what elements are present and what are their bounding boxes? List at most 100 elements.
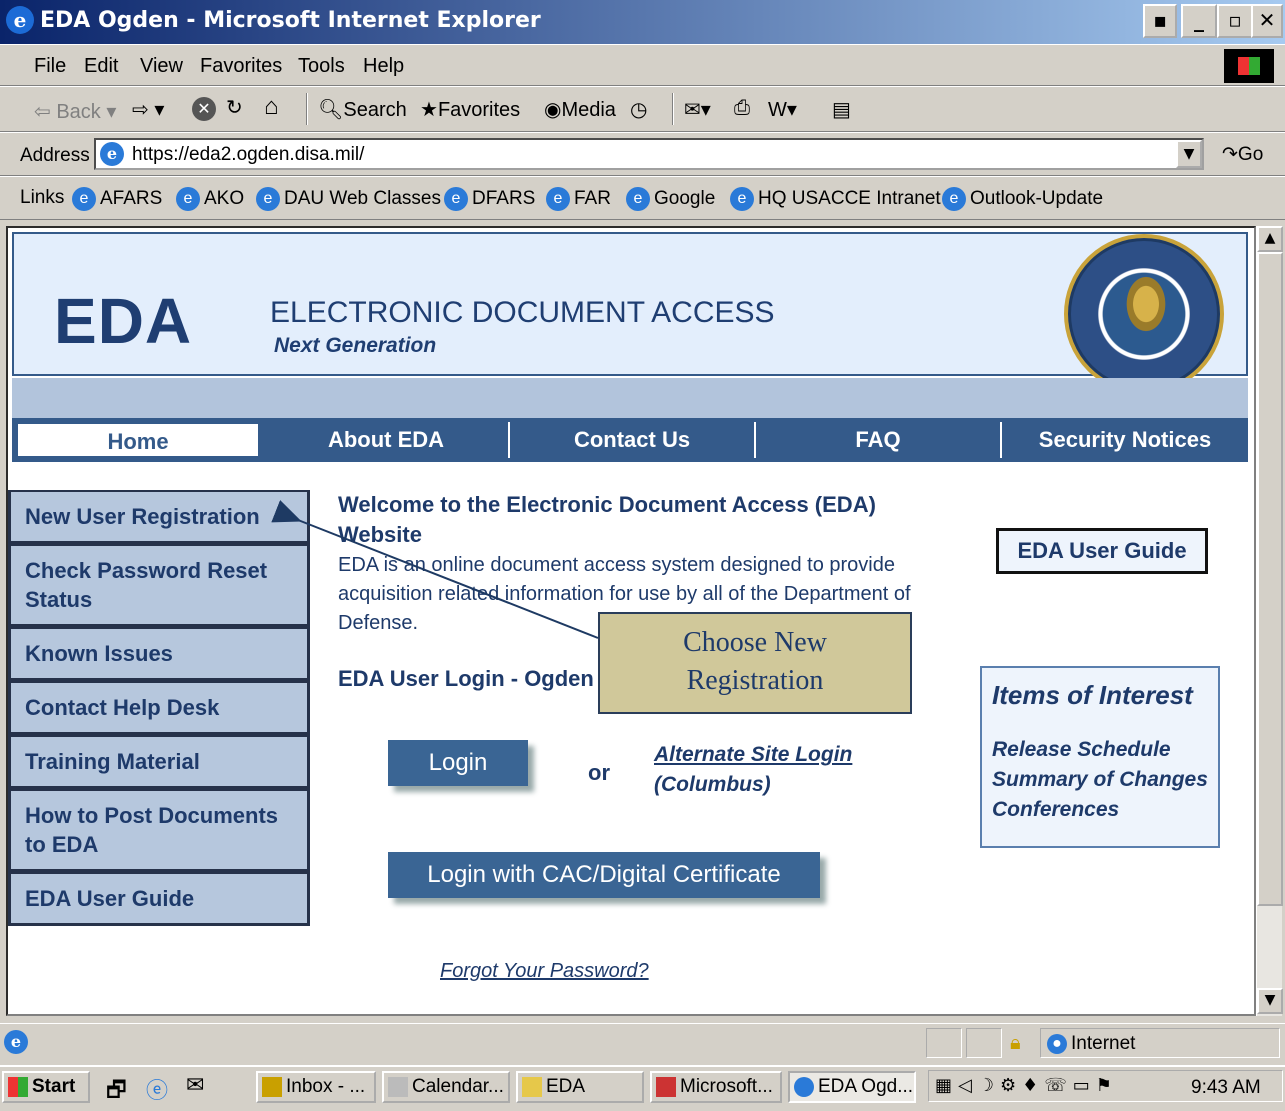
menu-view[interactable]: View bbox=[140, 55, 183, 78]
calendar-icon bbox=[388, 1076, 408, 1097]
quicklaunch-desktop-icon[interactable]: 🗗︎ bbox=[106, 1073, 127, 1111]
windows-logo-icon bbox=[1224, 49, 1274, 83]
page-viewport: EDA ELECTRONIC DOCUMENT ACCESS Next Gene… bbox=[6, 226, 1256, 1016]
mail-icon[interactable]: ✉▾ bbox=[684, 97, 711, 122]
header-band bbox=[12, 378, 1248, 418]
globe-icon: ● bbox=[1047, 1033, 1067, 1054]
eda-user-guide-button[interactable]: EDA User Guide bbox=[996, 528, 1208, 574]
main-nav: Home About EDA Contact Us FAQ Security N… bbox=[12, 418, 1248, 462]
refresh-icon[interactable]: ↻ bbox=[226, 95, 243, 120]
tray-icons[interactable]: ▦◁☽⚙♦☏▭⚑ bbox=[935, 1075, 1118, 1096]
task-eda-folder[interactable]: EDA bbox=[516, 1071, 644, 1103]
link-dau[interactable]: e DAU Web Classes bbox=[256, 187, 441, 211]
menu-file[interactable]: File bbox=[34, 55, 66, 78]
start-button[interactable]: Start bbox=[2, 1071, 90, 1103]
alternate-site-login-link[interactable]: Alternate Site Login (Columbus) bbox=[654, 740, 852, 800]
ie-page-icon: e bbox=[626, 187, 650, 211]
nav-contact[interactable]: Contact Us bbox=[510, 422, 756, 458]
back-button[interactable]: ⇦ Back ▾ bbox=[34, 99, 116, 124]
menu-tools[interactable]: Tools bbox=[298, 55, 345, 78]
menu-help[interactable]: Help bbox=[363, 55, 404, 78]
site-header: EDA ELECTRONIC DOCUMENT ACCESS Next Gene… bbox=[12, 232, 1248, 394]
page-status-icon: e bbox=[4, 1030, 28, 1054]
menu-bar: File Edit View Favorites Tools Help bbox=[0, 44, 1285, 86]
sidebar-item-contact-help-desk[interactable]: Contact Help Desk bbox=[8, 681, 310, 735]
ie-page-icon: e bbox=[72, 187, 96, 211]
sidebar: New User Registration Check Password Res… bbox=[8, 490, 314, 926]
lock-icon: 🔒︎ bbox=[1010, 1030, 1021, 1054]
task-calendar[interactable]: Calendar... bbox=[382, 1071, 510, 1103]
link-afars[interactable]: e AFARS bbox=[72, 187, 162, 211]
interest-item-summary-of-changes[interactable]: Summary of Changes bbox=[992, 765, 1208, 795]
favorites-button[interactable]: ★Favorites bbox=[420, 97, 520, 122]
address-input[interactable]: e https://eda2.ogden.disa.mil/ bbox=[94, 138, 1204, 170]
scroll-down-button[interactable]: ▼ bbox=[1257, 988, 1283, 1014]
quicklaunch-outlook-icon[interactable]: ✉ bbox=[186, 1073, 204, 1098]
task-eda-ogden[interactable]: EDA Ogd... bbox=[788, 1071, 916, 1103]
scroll-thumb[interactable] bbox=[1257, 252, 1283, 906]
login-button[interactable]: Login bbox=[388, 740, 528, 786]
links-label: Links bbox=[20, 187, 65, 208]
menu-edit[interactable]: Edit bbox=[84, 55, 118, 78]
login-heading: EDA User Login - Ogden bbox=[338, 666, 594, 691]
nav-security-notices[interactable]: Security Notices bbox=[1002, 422, 1248, 458]
nav-faq[interactable]: FAQ bbox=[756, 422, 1002, 458]
go-button[interactable]: ↷Go bbox=[1222, 143, 1263, 166]
callout-line-1: Choose New bbox=[683, 627, 827, 658]
print-icon[interactable]: ⎙ bbox=[734, 97, 750, 120]
items-of-interest-box: Items of Interest Release Schedule Summa… bbox=[980, 666, 1220, 848]
interest-item-release-schedule[interactable]: Release Schedule bbox=[992, 735, 1208, 765]
interest-item-conferences[interactable]: Conferences bbox=[992, 795, 1208, 825]
sidebar-item-new-user-registration[interactable]: New User Registration bbox=[8, 490, 310, 544]
status-bar: e 🔒︎ ● Internet bbox=[0, 1023, 1285, 1061]
search-icon: 🔍︎ bbox=[318, 99, 344, 121]
forgot-password-link[interactable]: Forgot Your Password? bbox=[440, 960, 649, 983]
history-icon[interactable]: ◷ bbox=[630, 97, 647, 122]
close-button[interactable]: ✕ bbox=[1251, 4, 1283, 38]
ie-page-icon: e bbox=[444, 187, 468, 211]
or-text: or bbox=[588, 760, 610, 785]
menu-favorites[interactable]: Favorites bbox=[200, 55, 282, 78]
callout-line-2: Registration bbox=[686, 665, 824, 696]
system-tray: ▦◁☽⚙♦☏▭⚑ 9:43 AM bbox=[928, 1070, 1283, 1102]
nav-home[interactable]: Home bbox=[16, 422, 260, 458]
link-hq-usacce[interactable]: e HQ USACCE Intranet bbox=[730, 187, 941, 211]
minimize-button[interactable]: _ bbox=[1181, 4, 1217, 38]
window-title: EDA Ogden - Microsoft Internet Explorer bbox=[40, 8, 541, 33]
nav-about[interactable]: About EDA bbox=[264, 422, 510, 458]
link-far[interactable]: e FAR bbox=[546, 187, 611, 211]
windows-flag-icon bbox=[8, 1076, 28, 1097]
sidebar-item-how-to-post[interactable]: How to Post Documents to EDA bbox=[8, 789, 310, 872]
taskbar: Start 🗗︎ ⓔ ✉ Inbox - ... Calendar... EDA… bbox=[0, 1065, 1285, 1105]
sidebar-item-training-material[interactable]: Training Material bbox=[8, 735, 310, 789]
media-icon: ◉ bbox=[544, 99, 562, 121]
sidebar-item-eda-user-guide[interactable]: EDA User Guide bbox=[8, 872, 310, 926]
vertical-scrollbar[interactable]: ▲ ▼ bbox=[1256, 226, 1283, 1016]
forward-button[interactable]: ⇨ ▾ bbox=[132, 97, 164, 122]
task-inbox[interactable]: Inbox - ... bbox=[256, 1071, 376, 1103]
custom-icon[interactable]: ▪ bbox=[1143, 4, 1177, 38]
edit-icon[interactable]: W▾ bbox=[768, 97, 797, 122]
stop-icon[interactable]: ✕ bbox=[192, 97, 216, 121]
sidebar-item-known-issues[interactable]: Known Issues bbox=[8, 627, 310, 681]
search-button[interactable]: 🔍︎Search bbox=[318, 97, 407, 122]
sidebar-item-check-password-reset[interactable]: Check Password Reset Status bbox=[8, 544, 310, 627]
link-ako[interactable]: e AKO bbox=[176, 187, 244, 211]
quicklaunch-ie-icon[interactable]: ⓔ bbox=[146, 1073, 168, 1105]
eda-logo: EDA bbox=[54, 285, 193, 357]
folder-icon bbox=[522, 1076, 542, 1097]
maximize-button[interactable]: ▫ bbox=[1217, 4, 1253, 38]
ie-page-icon: e bbox=[942, 187, 966, 211]
scroll-up-button[interactable]: ▲ bbox=[1257, 226, 1283, 252]
ie-page-icon: e bbox=[730, 187, 754, 211]
task-microsoft[interactable]: Microsoft... bbox=[650, 1071, 782, 1103]
address-dropdown-button[interactable]: ▼ bbox=[1176, 140, 1202, 168]
link-google[interactable]: e Google bbox=[626, 187, 715, 211]
home-icon[interactable]: ⌂ bbox=[264, 93, 279, 121]
cac-login-button[interactable]: Login with CAC/Digital Certificate bbox=[388, 852, 820, 898]
link-outlook-update[interactable]: e Outlook-Update bbox=[942, 187, 1103, 211]
media-button[interactable]: ◉Media bbox=[544, 97, 616, 122]
discuss-icon[interactable]: ▤ bbox=[832, 97, 851, 122]
link-dfars[interactable]: e DFARS bbox=[444, 187, 535, 211]
zone-indicator: ● Internet bbox=[1040, 1028, 1280, 1058]
